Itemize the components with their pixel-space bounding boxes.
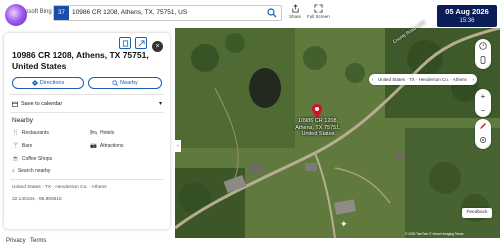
zoom-out-icon[interactable]: − — [475, 103, 491, 117]
directions-button[interactable]: Directions — [12, 77, 84, 89]
date-time-badge: 05 Aug 2026 15:36 — [437, 5, 497, 27]
share-icon — [291, 4, 299, 13]
zoom-in-icon[interactable]: + — [475, 89, 491, 103]
pin-label: 10986 CR 1208, Athens, TX 75751, United … — [295, 118, 341, 137]
fullscreen-icon — [313, 4, 323, 13]
place-title: 10986 CR 1208, Athens, TX 75751, United … — [12, 50, 149, 71]
map-tools — [475, 119, 491, 149]
nearby-item-label: Hotels — [99, 130, 115, 136]
fork-knife-icon: 🍴 — [12, 130, 19, 136]
location-pin-icon[interactable] — [312, 104, 322, 118]
coordinates-text: 32.140164, -95.855815 — [12, 197, 62, 202]
glass-icon: 🍸 — [12, 143, 19, 149]
search-nearby-label: Search nearby — [17, 168, 51, 174]
share-place-button[interactable] — [135, 37, 147, 49]
view-controls — [475, 39, 491, 69]
feedback-button[interactable]: Feedback — [462, 208, 492, 218]
divider — [10, 94, 164, 95]
save-place-button[interactable] — [119, 37, 131, 49]
search-input[interactable]: 10986 CR 1208, Athens, TX, 75751, US — [72, 6, 187, 20]
search-nearby-link[interactable]: ⌕ Search nearby — [12, 168, 50, 174]
nearby-item-hotels[interactable]: 🛏 Hotels — [90, 129, 114, 137]
directions-label: Directions — [39, 80, 65, 86]
location-breadcrumb-bar[interactable]: ‹ United States · TX · Henderson Co. · A… — [369, 74, 477, 85]
nearby-item-bars[interactable]: 🍸 Bars — [12, 142, 32, 150]
nearby-button[interactable]: Nearby — [88, 77, 162, 89]
nearby-item-restaurants[interactable]: 🍴 Restaurants — [12, 129, 49, 137]
nearby-icon — [112, 79, 118, 86]
tilt-icon[interactable] — [475, 53, 491, 67]
location-panel: × 10986 CR 1208, Athens, TX 75751, Unite… — [4, 33, 170, 229]
search-icon: ⌕ — [12, 168, 15, 174]
date-text: 05 Aug 2026 — [445, 7, 489, 16]
feedback-label: Feedback — [466, 210, 488, 215]
divider — [10, 112, 164, 113]
divider — [10, 179, 164, 180]
privacy-link[interactable]: Privacy — [6, 238, 26, 244]
search-chip[interactable]: 37 — [54, 6, 69, 20]
chevron-left-icon[interactable]: ‹ — [372, 74, 374, 85]
save-to-calendar-label: Save to calendar — [21, 101, 63, 107]
bookmark-icon — [122, 39, 128, 47]
nearby-item-coffee-shops[interactable]: ☕ Coffee Shops — [12, 155, 52, 163]
zoom-controls: + − — [475, 89, 491, 117]
map-credits: © 2026 TomTom © Vexcel Imaging Terms — [405, 232, 464, 236]
save-to-calendar-row[interactable]: Save to calendar ▾ — [12, 99, 164, 109]
nearby-heading: Nearby — [12, 117, 33, 124]
chevron-right-icon[interactable]: › — [473, 74, 475, 85]
nearby-item-label: Attractions — [99, 143, 124, 149]
directions-icon — [31, 79, 38, 86]
terms-link[interactable]: Terms — [30, 238, 46, 244]
search-box[interactable]: 37 10986 CR 1208, Athens, TX, 75751, US — [53, 5, 282, 21]
bing-logo[interactable] — [5, 4, 27, 26]
nearby-label: Nearby — [120, 80, 138, 86]
bed-icon: 🛏 — [90, 130, 97, 136]
pen-icon[interactable] — [475, 119, 491, 133]
nearby-item-label: Bars — [21, 143, 33, 149]
share-button[interactable]: Share — [284, 4, 306, 24]
calendar-icon — [12, 101, 18, 107]
compass-icon[interactable] — [475, 39, 491, 53]
nearby-item-label: Restaurants — [21, 130, 49, 136]
share-label: Share — [288, 14, 301, 19]
share-arrow-icon — [138, 39, 145, 46]
time-text: 15:36 — [459, 18, 475, 24]
cup-icon: ☕ — [12, 156, 19, 162]
camera-icon: 📷 — [90, 143, 97, 149]
nearby-item-label: Coffee Shops — [21, 156, 53, 162]
fullscreen-label: Full Screen — [307, 14, 330, 19]
sparkle-icon: ✦ — [340, 219, 348, 229]
location-bar-text: United States · TX · Henderson Co. · Ath… — [378, 77, 467, 82]
breadcrumb: United States · TX · Henderson Co. · Ath… — [12, 185, 107, 190]
fullscreen-button[interactable]: Full Screen — [307, 4, 330, 24]
bing-maps-page: ‹ osoft Bing 37 10986 CR 1208, Athens, T… — [0, 0, 500, 246]
brand-text: osoft Bing — [25, 9, 52, 15]
search-icon[interactable] — [267, 8, 277, 18]
collapse-panel-button[interactable]: ‹ — [175, 140, 181, 152]
chevron-down-icon[interactable]: ▾ — [159, 99, 162, 109]
nearby-item-attractions[interactable]: 📷 Attractions — [90, 142, 123, 150]
locate-me-icon[interactable] — [475, 133, 491, 147]
